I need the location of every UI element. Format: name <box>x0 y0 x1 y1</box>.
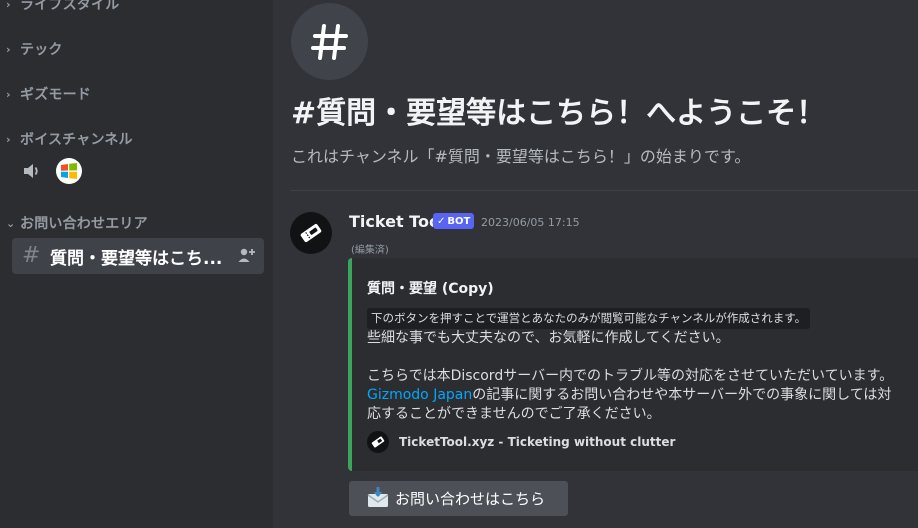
category-label: ギズモード <box>20 87 91 103</box>
category-contact-area[interactable]: ⌄ お問い合わせエリア <box>6 213 148 233</box>
chevron-down-icon: ⌄ <box>6 216 16 230</box>
category-voice-channels[interactable]: › ボイスチャンネル <box>6 129 133 149</box>
embed-title: 質問・要望 (Copy) <box>367 281 494 297</box>
welcome-title: #質問・要望等はこちら！へようこそ！ <box>291 96 827 131</box>
embed-line: 応することができませんのでご了承ください。 <box>367 406 661 422</box>
category-tech[interactable]: › テック <box>6 39 63 59</box>
contact-button[interactable]: お問い合わせはこちら <box>349 481 568 516</box>
bot-avatar[interactable] <box>290 212 332 254</box>
embed-line: こちらでは本Discordサーバー内でのトラブル等の対応をさせていただいています… <box>367 368 894 384</box>
chevron-right-icon: › <box>6 132 11 146</box>
chevron-right-icon: › <box>6 42 11 56</box>
welcome-subtitle: これはチャンネル「#質問・要望等はこちら！」の始まりです。 <box>291 147 751 166</box>
embed-line: の記事に関するお問い合わせや本サーバー外での事象に関しては対 <box>472 387 892 403</box>
chevron-right-icon: › <box>6 87 11 101</box>
embed-line: 些細な事でも大丈夫なので、お気軽に作成してください。 <box>367 330 730 346</box>
channel-sidebar: › ライフスタイル › テック › ギズモード › ボイスチャンネル ⌄ お問い… <box>0 0 273 528</box>
bot-badge-label: BOT <box>447 215 471 227</box>
embed-footer-text: TicketTool.xyz - Ticketing without clutt… <box>399 435 676 449</box>
bot-badge: ✓ BOT <box>433 213 475 229</box>
chevron-right-icon: › <box>6 0 11 11</box>
divider <box>291 190 918 191</box>
category-label: ライフスタイル <box>20 0 120 13</box>
hashtag-icon: # <box>22 243 41 268</box>
category-label: お問い合わせエリア <box>20 216 148 232</box>
category-gizmode[interactable]: › ギズモード <box>6 84 91 104</box>
contact-button-label: お問い合わせはこちら <box>395 490 546 508</box>
embed-description: 下のボタンを押すことで運営とあなたのみが閲覧可能なチャンネルが作成されます。 些… <box>367 308 918 424</box>
gizmodo-link[interactable]: Gizmodo Japan <box>367 387 472 403</box>
embed-code-line: 下のボタンを押すことで運営とあなたのみが閲覧可能なチャンネルが作成されます。 <box>367 308 811 329</box>
chat-area: #質問・要望等はこちら！へようこそ！ これはチャンネル「#質問・要望等はこちら！… <box>273 0 918 528</box>
voice-channel-row[interactable] <box>20 158 82 184</box>
channel-hash-icon <box>291 3 368 80</box>
add-member-icon[interactable] <box>238 247 256 267</box>
message-author[interactable]: Ticket Tool <box>349 212 445 231</box>
embed-footer: TicketTool.xyz - Ticketing without clutt… <box>367 431 675 453</box>
category-label: テック <box>20 42 63 58</box>
incoming-envelope-icon <box>367 486 389 512</box>
message-embed: 質問・要望 (Copy) 下のボタンを押すことで運営とあなたのみが閲覧可能なチャ… <box>348 258 918 471</box>
channel-name: 質問・要望等はこち... <box>50 248 223 269</box>
category-label: ボイスチャンネル <box>20 132 133 148</box>
ticket-icon <box>367 431 389 453</box>
category-lifestyle[interactable]: › ライフスタイル <box>6 0 119 14</box>
edited-label: (編集済) <box>351 245 389 256</box>
checkmark-icon: ✓ <box>437 215 446 227</box>
channel-item-active[interactable]: # 質問・要望等はこち... <box>12 238 264 274</box>
message-timestamp: 2023/06/05 17:15 <box>481 216 580 229</box>
windows-logo-icon <box>56 158 82 184</box>
speaker-icon <box>20 159 44 183</box>
